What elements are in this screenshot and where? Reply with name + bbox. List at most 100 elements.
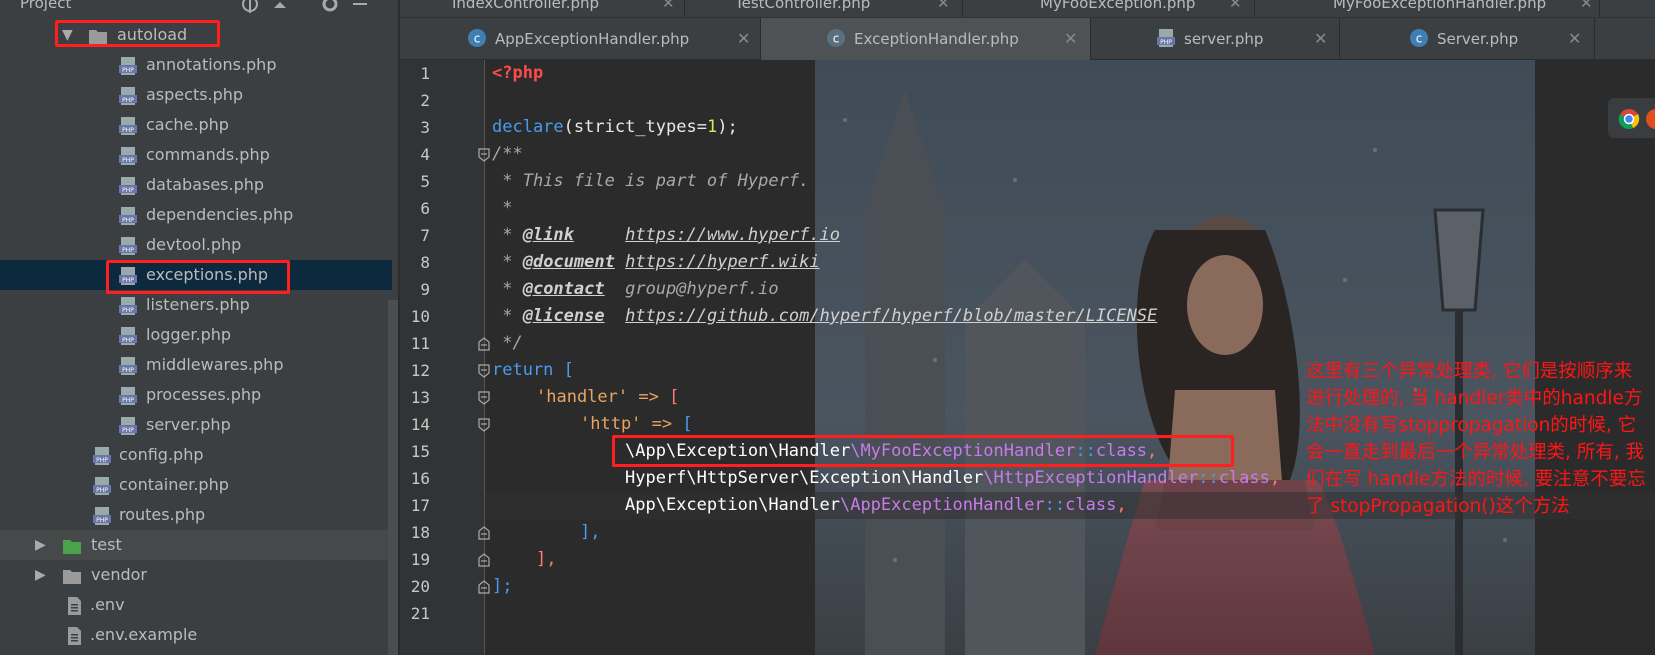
line-number: 15	[410, 442, 430, 461]
tab-index-controller[interactable]: IndexController.php ✕	[400, 0, 685, 17]
text-file-icon	[68, 597, 81, 615]
annotation-box-exceptions	[106, 260, 290, 294]
close-icon[interactable]: ✕	[737, 18, 750, 60]
code-line-17: App\Exception\Handler\AppExceptionHandle…	[625, 492, 1127, 519]
svg-text:PHP: PHP	[96, 457, 108, 464]
tree-file[interactable]: .env.example	[0, 620, 392, 650]
collapse-all-icon[interactable]	[270, 0, 290, 14]
doc-link[interactable]: https://hyperf.wiki	[625, 252, 819, 272]
php-file-icon: PHP	[119, 207, 137, 225]
tree-file[interactable]: PHP listeners.php	[0, 290, 392, 320]
php-file-icon: PHP	[93, 477, 111, 495]
comma: ,	[1269, 468, 1281, 488]
tree-file[interactable]: PHP devtool.php	[0, 230, 392, 260]
tree-file[interactable]: PHP annotations.php	[0, 50, 392, 80]
close-icon[interactable]: ✕	[662, 0, 675, 17]
collapsed-arrow-icon[interactable]: ▶	[35, 560, 46, 590]
fold-marker-icon[interactable]	[478, 553, 490, 567]
tree-file[interactable]: .env	[0, 590, 392, 620]
class-icon: c	[468, 29, 486, 47]
php-open-tag: <?php	[492, 63, 544, 83]
close-icon[interactable]: ✕	[937, 0, 950, 17]
fold-marker-icon[interactable]	[478, 364, 490, 378]
tree-file[interactable]: PHP container.php	[0, 470, 392, 500]
line-number: 2	[420, 91, 430, 110]
tree-file[interactable]: PHP server.php	[0, 410, 392, 440]
svg-text:PHP: PHP	[1160, 39, 1172, 46]
tree-label: container.php	[119, 475, 229, 494]
fold-marker-icon[interactable]	[478, 148, 490, 162]
doc-tag: @link	[522, 225, 574, 245]
tree-label: processes.php	[146, 385, 262, 404]
line-number: 16	[410, 469, 430, 488]
collapsed-arrow-icon[interactable]: ▶	[35, 530, 46, 560]
tree-file[interactable]: PHP databases.php	[0, 170, 392, 200]
php-file-icon: PHP	[119, 387, 137, 405]
arrow-operator: =>	[628, 387, 670, 407]
target-icon[interactable]	[240, 0, 260, 14]
line-number: 20	[410, 577, 430, 596]
php-file-icon: PHP	[1157, 29, 1175, 47]
php-file-icon: PHP	[119, 357, 137, 375]
fold-marker-icon[interactable]	[478, 418, 490, 432]
line-number: 12	[410, 361, 430, 380]
close-icon[interactable]: ✕	[1580, 0, 1593, 17]
extension-icon[interactable]	[1645, 108, 1655, 130]
svg-text:PHP: PHP	[122, 427, 134, 434]
tree-file[interactable]: PHP cache.php	[0, 110, 392, 140]
tree-file[interactable]: PHP routes.php	[0, 500, 392, 530]
svg-text:PHP: PHP	[122, 397, 134, 404]
svg-text:PHP: PHP	[122, 367, 134, 374]
line-number: 17	[410, 496, 430, 515]
tab-label: AppExceptionHandler.php	[495, 30, 690, 48]
tab-app-exception-handler[interactable]: c AppExceptionHandler.php ✕	[400, 18, 761, 60]
comma: ,	[1116, 495, 1127, 515]
close-icon[interactable]: ✕	[1064, 18, 1077, 60]
close-icon[interactable]: ✕	[1314, 18, 1327, 60]
tree-file[interactable]: PHP dependencies.php	[0, 200, 392, 230]
class-icon: c	[1410, 29, 1428, 47]
tree-file[interactable]: PHP config.php	[0, 440, 392, 470]
code-line-4: /**	[492, 144, 523, 164]
fold-marker-icon[interactable]	[478, 580, 490, 594]
project-panel-title[interactable]: Project	[20, 0, 71, 12]
doc-link[interactable]: https://www.hyperf.io	[625, 225, 840, 245]
code-line-9: * @contact group@hyperf.io	[492, 276, 778, 303]
namespace: \Handler	[758, 495, 840, 515]
hide-panel-icon[interactable]	[350, 0, 370, 14]
abstract-class-icon: c	[827, 29, 845, 47]
tree-file[interactable]: PHP aspects.php	[0, 80, 392, 110]
tab-test-controller[interactable]: TestController.php ✕	[685, 0, 963, 17]
line-number: 14	[410, 415, 430, 434]
tree-file[interactable]: PHP logger.php	[0, 320, 392, 350]
tree-file[interactable]: PHP middlewares.php	[0, 350, 392, 380]
close-icon[interactable]: ✕	[1568, 18, 1581, 60]
tree-label: commands.php	[146, 145, 270, 164]
php-file-icon: PHP	[119, 87, 137, 105]
tree-label: vendor	[91, 565, 147, 584]
tree-folder-vendor[interactable]: ▶ vendor	[0, 560, 392, 590]
tab-myfoo-exception-handler[interactable]: MyFooExceptionHandler.php ✕	[1255, 0, 1600, 17]
fold-marker-icon[interactable]	[478, 337, 490, 351]
tab-exception-handler[interactable]: c ExceptionHandler.php ✕	[761, 18, 1091, 60]
fold-marker-icon[interactable]	[478, 526, 490, 540]
tree-folder-test[interactable]: ▶ test	[0, 530, 392, 560]
text-file-icon	[68, 627, 81, 645]
tab-server-class[interactable]: c Server.php ✕	[1340, 18, 1595, 60]
doc-link[interactable]: https://github.com/hyperf/hyperf/blob/ma…	[625, 306, 1157, 326]
tree-file[interactable]: PHP processes.php	[0, 380, 392, 410]
tab-myfoo-exception[interactable]: MyFooException.php ✕	[963, 0, 1255, 17]
chrome-icon[interactable]	[1618, 108, 1640, 130]
php-file-icon: PHP	[119, 297, 137, 315]
sidebar-scrollbar[interactable]	[388, 300, 398, 655]
tab-server-php[interactable]: PHP server.php ✕	[1091, 18, 1340, 60]
line-number: 10	[410, 307, 430, 326]
gear-icon[interactable]	[320, 0, 340, 14]
namespace: Hyperf	[625, 468, 687, 488]
tree-file[interactable]: PHP commands.php	[0, 140, 392, 170]
line-number: 19	[410, 550, 430, 569]
php-file-icon: PHP	[119, 237, 137, 255]
fold-marker-icon[interactable]	[478, 391, 490, 405]
close-icon[interactable]: ✕	[1229, 0, 1242, 17]
